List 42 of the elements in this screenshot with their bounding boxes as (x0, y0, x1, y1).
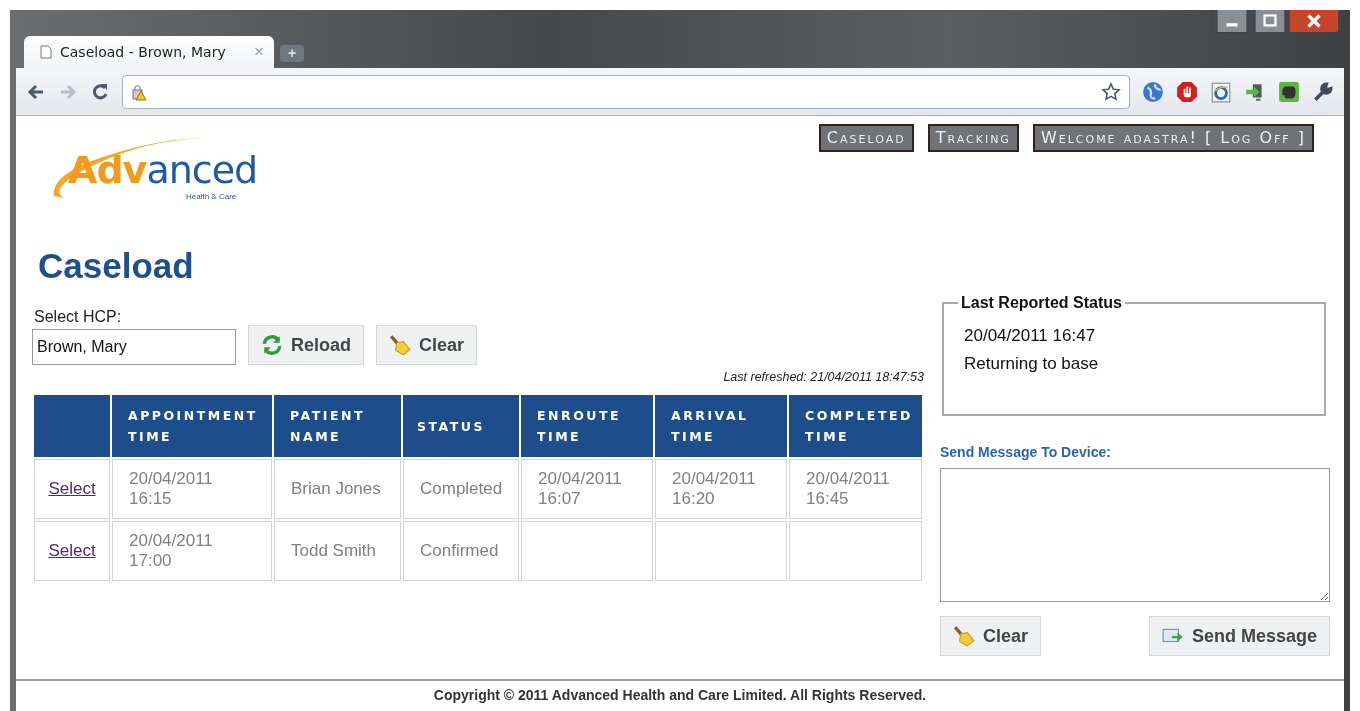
status-time: 20/04/2011 16:47 (964, 326, 1097, 346)
close-icon[interactable] (1289, 10, 1339, 32)
page-heading: Caseload (38, 246, 195, 287)
table-cell: Confirmed (420, 541, 499, 560)
page-icon (40, 45, 52, 59)
last-refreshed-text: Last refreshed: 21/04/2011 18:47:53 (722, 370, 924, 384)
table-cell: 20/04/2011 16:07 (538, 469, 622, 508)
wrench-icon[interactable] (1312, 80, 1334, 103)
reload-button[interactable]: Reload (248, 325, 364, 365)
copyright-text: Copyright © 2011 Advanced Health and Care Limited. All Rights Reserved. (433, 687, 927, 703)
select-link[interactable]: Select (48, 479, 96, 498)
table-cell: Brian Jones (291, 479, 381, 498)
refresh-arrows-icon (261, 334, 283, 356)
reload-icon[interactable] (90, 81, 110, 102)
tab-title: Caseload - Brown, Mary (60, 44, 227, 60)
table-cell: 20/04/2011 16:45 (806, 469, 890, 508)
clear-button[interactable]: Clear (376, 325, 478, 365)
select-link[interactable]: Select (48, 541, 96, 560)
message-label: Send Message To Device: (940, 444, 1112, 460)
nav-button[interactable]: Caseload (818, 124, 914, 152)
ie-page-icon[interactable] (1210, 80, 1232, 103)
stop-hand-icon[interactable] (1176, 80, 1198, 103)
clear-button[interactable]: Clear (940, 616, 1042, 656)
broom-icon (953, 625, 975, 647)
nav-button[interactable]: Tracking (927, 124, 1019, 152)
table-cell: 20/04/2011 17:00 (129, 531, 213, 570)
globe-icon[interactable] (1142, 80, 1164, 103)
hcp-field[interactable]: Brown, Mary (32, 329, 236, 365)
browser-tab[interactable]: Caseload - Brown, Mary × (24, 36, 274, 68)
table-cell: 20/04/2011 16:20 (672, 469, 756, 508)
table-cell: Completed (420, 479, 503, 498)
send-message-button[interactable]: Send Message (1148, 616, 1330, 656)
table-cell: 20/04/2011 16:15 (129, 469, 213, 508)
nav-button[interactable]: Welcome adastra! [ Log Off ] (1032, 124, 1314, 152)
table-cell: Todd Smith (291, 541, 377, 560)
message-field[interactable] (940, 468, 1330, 602)
star-icon[interactable] (1101, 81, 1121, 102)
warning-lock-icon (131, 82, 147, 101)
broom-icon (389, 334, 411, 356)
hcp-label: Select HCP: (34, 308, 123, 326)
status-text: Returning to base (964, 354, 1100, 374)
status-panel-title: Last Reported Status (958, 294, 1125, 312)
